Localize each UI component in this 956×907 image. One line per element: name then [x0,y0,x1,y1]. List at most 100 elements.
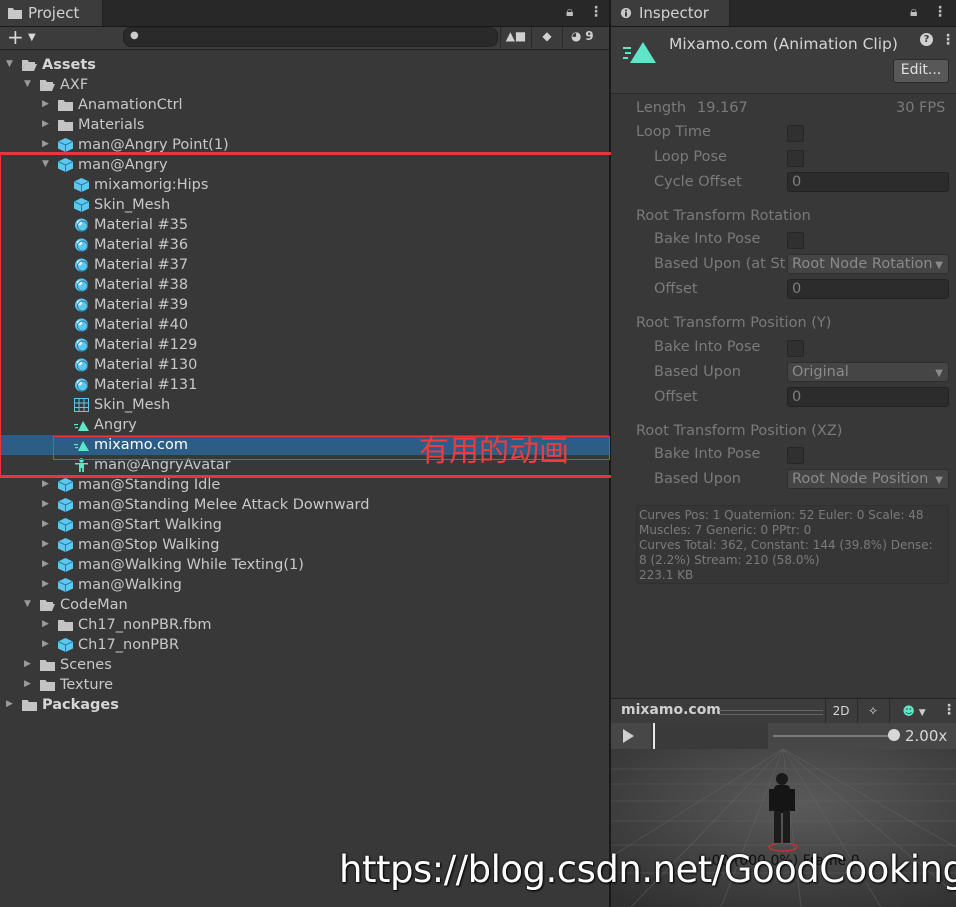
lock-icon[interactable]: 🔒︎ [566,4,573,20]
filter-by-type-button[interactable]: ▲■ [500,27,531,48]
tree-row[interactable]: ▶ AnamationCtrl [0,95,609,115]
rot-based-dropdown[interactable]: Root Node Rotation ▼ [787,254,949,274]
create-icon[interactable]: + [7,25,24,49]
tree-row-label: Ch17_nonPBR.fbm [78,617,212,633]
tree-row[interactable]: ▶ man@Standing Melee Attack Downward [0,495,609,515]
posxz-bake-label: Bake Into Pose [654,446,761,462]
folder-icon [40,678,55,692]
chevron-right-icon[interactable]: ▶ [42,639,52,649]
tab-inspector-label: Inspector [639,4,709,22]
timeline-scrubber[interactable] [651,723,768,749]
tree-row[interactable]: ▼ CodeMan [0,595,609,615]
chevron-down-icon[interactable]: ▼ [24,79,34,89]
posy-offset-field[interactable]: 0 [787,387,949,407]
stats-line: Curves Pos: 1 Quaternion: 52 Euler: 0 Sc… [639,508,924,522]
chevron-right-icon[interactable]: ▶ [42,499,52,509]
speed-slider-handle[interactable] [888,729,900,741]
folder-icon [40,658,55,672]
chevron-right-icon[interactable]: ▶ [42,519,52,529]
tree-row[interactable]: ▶ Materials [0,115,609,135]
search-input[interactable]: ● [123,27,498,47]
cycle-offset-field[interactable]: 0 [787,172,949,192]
rot-offset-field[interactable]: 0 [787,279,949,299]
root-pos-y-header: Root Transform Position (Y) [611,313,956,335]
chevron-down-icon[interactable]: ▼ [6,59,16,69]
tab-project-label: Project [28,4,80,22]
loop-time-checkbox[interactable] [787,125,804,142]
tree-row[interactable]: ▼ AXF [0,75,609,95]
chevron-right-icon[interactable]: ▶ [42,479,52,489]
drag-handle[interactable] [719,710,823,715]
more-options-icon[interactable]: ⋮ [589,4,603,20]
hidden-packages-button[interactable]: ◕ 9 [562,27,609,48]
chevron-down-icon[interactable]: ▼ [28,32,36,43]
tree-row[interactable]: ▶ Ch17_nonPBR [0,635,609,655]
chevron-right-icon[interactable]: ▶ [42,579,52,589]
chevron-down-icon[interactable]: ▼ [24,599,34,609]
filter-by-label-button[interactable]: ◆ [531,27,562,48]
posxz-based-label: Based Upon [654,471,741,487]
tree-row[interactable]: ▶ man@Stop Walking [0,535,609,555]
rot-bake-checkbox[interactable] [787,232,804,249]
tag-icon: ◆ [542,29,552,43]
edit-button[interactable]: Edit... [893,59,949,83]
avatar-selector-button[interactable]: ☻ ▼ [889,699,938,723]
more-options-icon[interactable]: ⋮ [933,4,947,20]
play-icon[interactable] [623,729,634,743]
chevron-right-icon[interactable]: ▶ [42,99,52,109]
posy-offset-value: 0 [792,389,802,405]
speed-slider[interactable] [773,735,895,737]
rot-offset-label: Offset [654,281,698,297]
tree-row[interactable]: ▶ Packages [0,695,609,715]
tree-row[interactable]: ▶ man@Walking While Texting(1) [0,555,609,575]
cycle-offset-label: Cycle Offset [654,174,742,190]
timeline-cursor[interactable] [653,723,655,749]
posy-bake-label: Bake Into Pose [654,339,761,355]
chevron-right-icon[interactable]: ▶ [42,559,52,569]
chevron-right-icon[interactable]: ▶ [24,679,34,689]
posxz-bake-checkbox[interactable] [787,447,804,464]
posxz-based-dropdown[interactable]: Root Node Position ▼ [787,469,949,489]
help-icon[interactable]: ? [920,33,933,46]
chevron-right-icon[interactable]: ▶ [6,699,16,709]
tab-project[interactable]: Project [0,0,103,26]
lock-icon[interactable]: 🔒︎ [910,4,917,20]
posy-based-dropdown[interactable]: Original ▼ [787,362,949,382]
project-tabbar: Project 🔒︎ ⋮ [0,0,609,27]
tree-row[interactable]: ▼ Assets [0,55,609,75]
more-options-icon[interactable]: ⋮ [942,702,956,718]
annotation-text: 有用的动画 [419,434,569,469]
rot-offset-value: 0 [792,281,802,297]
chevron-right-icon[interactable]: ▶ [42,539,52,549]
pivot-button[interactable]: ✧ [857,699,888,723]
tree-row[interactable]: ▶ man@Start Walking [0,515,609,535]
loop-pose-checkbox[interactable] [787,150,804,167]
chevron-right-icon[interactable]: ▶ [42,139,52,149]
tree-row[interactable]: ▶ Ch17_nonPBR.fbm [0,615,609,635]
model-prefab-icon [57,638,74,652]
chevron-right-icon[interactable]: ▶ [42,119,52,129]
loop-time-row: Loop Time [611,122,956,144]
rot-based-row: Based Upon (at St Root Node Rotation ▼ [611,254,956,276]
tree-row[interactable]: ▶ Scenes [0,655,609,675]
tree-row[interactable]: ▶ Texture [0,675,609,695]
avatar-icon: ☻ ▼ [902,704,926,718]
posy-bake-checkbox[interactable] [787,340,804,357]
more-options-icon[interactable]: ⋮ [941,32,955,48]
toggle-2d-button[interactable]: 2D [825,699,856,723]
chevron-right-icon[interactable]: ▶ [42,619,52,629]
tree-row[interactable]: ▶ man@Standing Idle [0,475,609,495]
stats-line: 223.1 KB [639,568,694,582]
eye-slash-icon: ◕ 9 [571,29,594,43]
length-value: 19.167 [697,100,748,116]
model-prefab-icon [57,498,74,512]
tree-row[interactable]: ▶ man@Walking [0,575,609,595]
tree-row-label: man@Stop Walking [78,537,220,553]
tab-inspector[interactable]: Inspector [611,0,730,26]
model-prefab-icon [57,478,74,492]
chevron-right-icon[interactable]: ▶ [24,659,34,669]
playback-bar: 2.00x [611,723,956,749]
inspector-panel: Inspector 🔒︎ ⋮ Mixamo.com (Animation Cli… [611,0,956,907]
preview-title: mixamo.com [621,702,721,718]
model-prefab-icon [57,558,74,572]
